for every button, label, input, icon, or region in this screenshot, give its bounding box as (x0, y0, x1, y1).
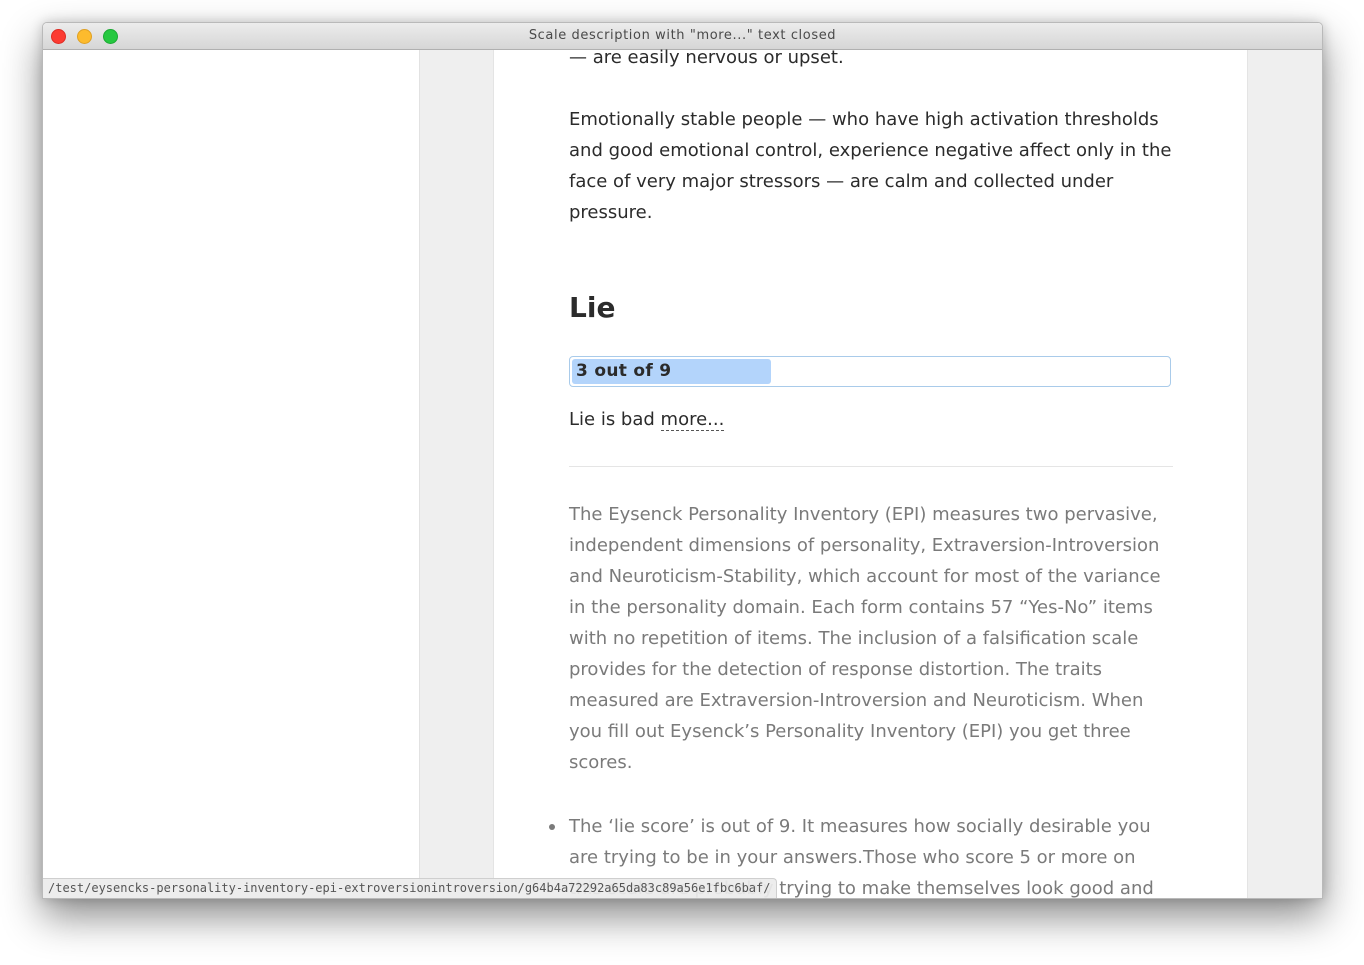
lie-scale-description: Lie is bad more... (569, 404, 725, 435)
lie-score-label: 3 out of 9 (576, 361, 672, 381)
neuroticism-paragraph-end: — are easily nervous or upset. (569, 47, 844, 68)
results-page: — are easily nervous or upset. Emotional… (493, 47, 1248, 898)
status-bar-url: /test/eysencks-personality-inventory-epi… (43, 878, 778, 898)
epi-about-paragraph: The Eysenck Personality Inventory (EPI) … (569, 504, 1161, 773)
content-area[interactable]: — are easily nervous or upset. Emotional… (420, 47, 1322, 898)
lie-scale-heading: Lie (569, 291, 616, 324)
more-link[interactable]: more... (660, 409, 725, 431)
lie-score-bar: 3 out of 9 (569, 356, 1171, 387)
browser-window: Scale description with "more..." text cl… (42, 22, 1323, 899)
left-sidebar (43, 50, 420, 898)
stability-paragraph: Emotionally stable people — who have hig… (569, 109, 1172, 223)
window-title: Scale description with "more..." text cl… (528, 28, 837, 43)
section-divider (569, 466, 1173, 467)
lie-description-text: Lie is bad (569, 409, 655, 430)
bullet-icon (549, 824, 555, 830)
